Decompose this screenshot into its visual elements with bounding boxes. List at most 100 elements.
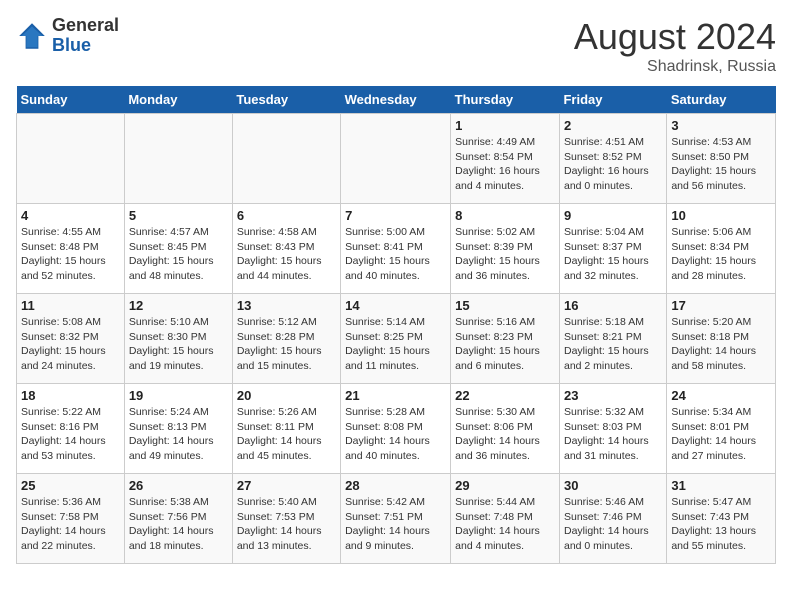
calendar-week-row: 18 Sunrise: 5:22 AM Sunset: 8:16 PM Dayli… bbox=[17, 384, 776, 474]
day-number: 1 bbox=[455, 118, 555, 133]
day-info: Sunrise: 5:04 AM Sunset: 8:37 PM Dayligh… bbox=[564, 225, 662, 284]
day-info: Sunrise: 5:30 AM Sunset: 8:06 PM Dayligh… bbox=[455, 405, 555, 464]
calendar-cell: 5Sunrise: 4:57 AM Sunset: 8:45 PM Daylig… bbox=[124, 204, 232, 294]
day-number: 10 bbox=[671, 208, 771, 223]
calendar-cell: 24 Sunrise: 5:34 AM Sunset: 8:01 PM Dayli… bbox=[667, 384, 776, 474]
day-of-week-header: Friday bbox=[559, 86, 666, 114]
day-of-week-header: Monday bbox=[124, 86, 232, 114]
days-header-row: SundayMondayTuesdayWednesdayThursdayFrid… bbox=[17, 86, 776, 114]
day-number: 3 bbox=[671, 118, 771, 133]
calendar-cell: 30Sunrise: 5:46 AM Sunset: 7:46 PM Dayli… bbox=[559, 474, 666, 564]
day-number: 20 bbox=[237, 388, 336, 403]
day-number: 9 bbox=[564, 208, 662, 223]
day-of-week-header: Tuesday bbox=[232, 86, 340, 114]
day-info: Sunrise: 5:34 AM Sunset: 8:01 PM Dayligh… bbox=[671, 405, 771, 464]
calendar-cell: 3 Sunrise: 4:53 AM Sunset: 8:50 PM Daylig… bbox=[667, 114, 776, 204]
calendar-cell: 2 Sunrise: 4:51 AM Sunset: 8:52 PM Daylig… bbox=[559, 114, 666, 204]
day-number: 11 bbox=[21, 298, 120, 313]
calendar-week-row: 1 Sunrise: 4:49 AM Sunset: 8:54 PM Daylig… bbox=[17, 114, 776, 204]
day-info: Sunrise: 4:49 AM Sunset: 8:54 PM Dayligh… bbox=[455, 135, 555, 194]
day-info: Sunrise: 4:55 AM Sunset: 8:48 PM Dayligh… bbox=[21, 225, 120, 284]
calendar-cell: 4Sunrise: 4:55 AM Sunset: 8:48 PM Daylig… bbox=[17, 204, 125, 294]
day-number: 23 bbox=[564, 388, 662, 403]
day-info: Sunrise: 5:12 AM Sunset: 8:28 PM Dayligh… bbox=[237, 315, 336, 374]
day-number: 21 bbox=[345, 388, 446, 403]
day-of-week-header: Thursday bbox=[451, 86, 560, 114]
day-info: Sunrise: 5:38 AM Sunset: 7:56 PM Dayligh… bbox=[129, 495, 228, 554]
day-number: 2 bbox=[564, 118, 662, 133]
day-number: 8 bbox=[455, 208, 555, 223]
calendar-cell: 31Sunrise: 5:47 AM Sunset: 7:43 PM Dayli… bbox=[667, 474, 776, 564]
calendar-cell: 23Sunrise: 5:32 AM Sunset: 8:03 PM Dayli… bbox=[559, 384, 666, 474]
calendar-title: August 2024 bbox=[574, 16, 776, 58]
day-info: Sunrise: 5:02 AM Sunset: 8:39 PM Dayligh… bbox=[455, 225, 555, 284]
day-info: Sunrise: 5:22 AM Sunset: 8:16 PM Dayligh… bbox=[21, 405, 120, 464]
logo-blue-text: Blue bbox=[52, 35, 91, 55]
calendar-cell: 18 Sunrise: 5:22 AM Sunset: 8:16 PM Dayli… bbox=[17, 384, 125, 474]
calendar-cell: 28 Sunrise: 5:42 AM Sunset: 7:51 PM Dayli… bbox=[341, 474, 451, 564]
day-info: Sunrise: 5:20 AM Sunset: 8:18 PM Dayligh… bbox=[671, 315, 771, 374]
day-info: Sunrise: 5:00 AM Sunset: 8:41 PM Dayligh… bbox=[345, 225, 446, 284]
calendar-cell: 22 Sunrise: 5:30 AM Sunset: 8:06 PM Dayli… bbox=[451, 384, 560, 474]
day-number: 29 bbox=[455, 478, 555, 493]
day-info: Sunrise: 5:40 AM Sunset: 7:53 PM Dayligh… bbox=[237, 495, 336, 554]
day-of-week-header: Sunday bbox=[17, 86, 125, 114]
calendar-cell: 11 Sunrise: 5:08 AM Sunset: 8:32 PM Dayli… bbox=[17, 294, 125, 384]
calendar-week-row: 25 Sunrise: 5:36 AM Sunset: 7:58 PM Dayli… bbox=[17, 474, 776, 564]
logo: General Blue bbox=[16, 16, 119, 56]
calendar-cell: 13 Sunrise: 5:12 AM Sunset: 8:28 PM Dayli… bbox=[232, 294, 340, 384]
calendar-cell: 8 Sunrise: 5:02 AM Sunset: 8:39 PM Daylig… bbox=[451, 204, 560, 294]
title-block: August 2024 Shadrinsk, Russia bbox=[574, 16, 776, 76]
calendar-cell: 15 Sunrise: 5:16 AM Sunset: 8:23 PM Dayli… bbox=[451, 294, 560, 384]
day-info: Sunrise: 4:51 AM Sunset: 8:52 PM Dayligh… bbox=[564, 135, 662, 194]
day-info: Sunrise: 5:44 AM Sunset: 7:48 PM Dayligh… bbox=[455, 495, 555, 554]
calendar-cell: 7Sunrise: 5:00 AM Sunset: 8:41 PM Daylig… bbox=[341, 204, 451, 294]
day-of-week-header: Saturday bbox=[667, 86, 776, 114]
day-number: 15 bbox=[455, 298, 555, 313]
day-info: Sunrise: 5:06 AM Sunset: 8:34 PM Dayligh… bbox=[671, 225, 771, 284]
calendar-cell: 17 Sunrise: 5:20 AM Sunset: 8:18 PM Dayli… bbox=[667, 294, 776, 384]
calendar-cell: 19 Sunrise: 5:24 AM Sunset: 8:13 PM Dayli… bbox=[124, 384, 232, 474]
day-number: 6 bbox=[237, 208, 336, 223]
day-number: 26 bbox=[129, 478, 228, 493]
day-info: Sunrise: 5:24 AM Sunset: 8:13 PM Dayligh… bbox=[129, 405, 228, 464]
day-info: Sunrise: 5:16 AM Sunset: 8:23 PM Dayligh… bbox=[455, 315, 555, 374]
calendar-cell bbox=[17, 114, 125, 204]
calendar-cell: 29 Sunrise: 5:44 AM Sunset: 7:48 PM Dayli… bbox=[451, 474, 560, 564]
calendar-location: Shadrinsk, Russia bbox=[574, 58, 776, 76]
calendar-cell: 6 Sunrise: 4:58 AM Sunset: 8:43 PM Daylig… bbox=[232, 204, 340, 294]
logo-icon bbox=[16, 20, 48, 52]
day-number: 28 bbox=[345, 478, 446, 493]
day-number: 17 bbox=[671, 298, 771, 313]
calendar-cell: 26 Sunrise: 5:38 AM Sunset: 7:56 PM Dayli… bbox=[124, 474, 232, 564]
day-info: Sunrise: 5:10 AM Sunset: 8:30 PM Dayligh… bbox=[129, 315, 228, 374]
calendar-cell bbox=[232, 114, 340, 204]
day-number: 12 bbox=[129, 298, 228, 313]
day-number: 13 bbox=[237, 298, 336, 313]
calendar-cell: 12 Sunrise: 5:10 AM Sunset: 8:30 PM Dayli… bbox=[124, 294, 232, 384]
calendar-cell: 20Sunrise: 5:26 AM Sunset: 8:11 PM Dayli… bbox=[232, 384, 340, 474]
calendar-cell bbox=[341, 114, 451, 204]
logo-general-text: General bbox=[52, 15, 119, 35]
day-number: 27 bbox=[237, 478, 336, 493]
calendar-week-row: 11 Sunrise: 5:08 AM Sunset: 8:32 PM Dayli… bbox=[17, 294, 776, 384]
day-info: Sunrise: 5:46 AM Sunset: 7:46 PM Dayligh… bbox=[564, 495, 662, 554]
day-info: Sunrise: 4:53 AM Sunset: 8:50 PM Dayligh… bbox=[671, 135, 771, 194]
day-info: Sunrise: 4:58 AM Sunset: 8:43 PM Dayligh… bbox=[237, 225, 336, 284]
day-info: Sunrise: 5:14 AM Sunset: 8:25 PM Dayligh… bbox=[345, 315, 446, 374]
page-header: General Blue August 2024 Shadrinsk, Russ… bbox=[16, 16, 776, 76]
day-info: Sunrise: 5:42 AM Sunset: 7:51 PM Dayligh… bbox=[345, 495, 446, 554]
day-number: 24 bbox=[671, 388, 771, 403]
day-info: Sunrise: 5:36 AM Sunset: 7:58 PM Dayligh… bbox=[21, 495, 120, 554]
day-info: Sunrise: 5:47 AM Sunset: 7:43 PM Dayligh… bbox=[671, 495, 771, 554]
day-number: 25 bbox=[21, 478, 120, 493]
day-number: 19 bbox=[129, 388, 228, 403]
day-number: 16 bbox=[564, 298, 662, 313]
calendar-cell: 14Sunrise: 5:14 AM Sunset: 8:25 PM Dayli… bbox=[341, 294, 451, 384]
day-number: 18 bbox=[21, 388, 120, 403]
day-number: 5 bbox=[129, 208, 228, 223]
day-number: 22 bbox=[455, 388, 555, 403]
calendar-week-row: 4Sunrise: 4:55 AM Sunset: 8:48 PM Daylig… bbox=[17, 204, 776, 294]
day-info: Sunrise: 5:08 AM Sunset: 8:32 PM Dayligh… bbox=[21, 315, 120, 374]
calendar-cell: 10 Sunrise: 5:06 AM Sunset: 8:34 PM Dayli… bbox=[667, 204, 776, 294]
